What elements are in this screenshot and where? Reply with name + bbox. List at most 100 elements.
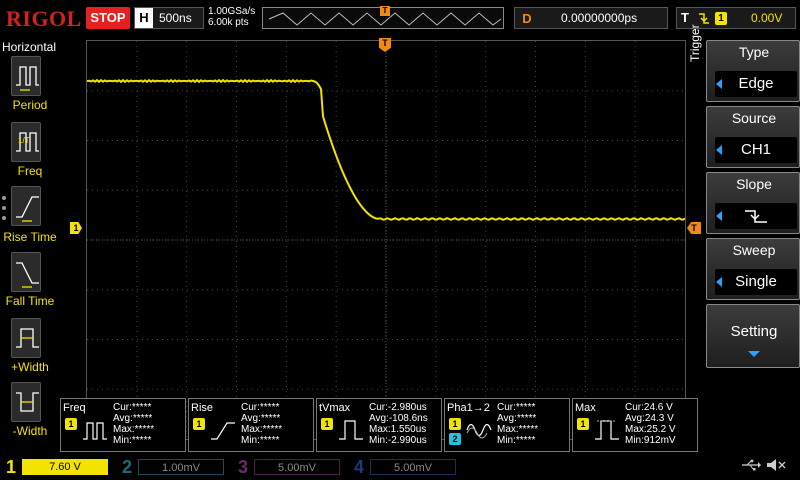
channel-2-tab[interactable]: 2 1.00mV — [116, 456, 232, 478]
measurement-name: Freq — [63, 402, 86, 414]
rise-time-button[interactable] — [11, 186, 41, 226]
ch1-offset-marker[interactable]: 1 — [70, 222, 82, 234]
freq-label: Freq — [17, 164, 43, 178]
measurement-row: Min:***** — [241, 435, 280, 446]
measurement-row: Max:***** — [113, 424, 155, 435]
run-stop-status[interactable]: STOP — [86, 7, 130, 29]
negative-width-label: -Width — [12, 424, 48, 438]
measurement-phase[interactable]: Pha1→2 1 2 Cur:***** Avg:***** Max:*****… — [444, 398, 570, 452]
measurement-source-badge: 1 — [449, 418, 461, 430]
channel-1-tab[interactable]: 1 7.60 V — [0, 456, 116, 478]
channel-number: 3 — [238, 457, 249, 477]
measurement-row: Max:***** — [497, 424, 539, 435]
measurement-row: Avg:24.3 V — [625, 413, 674, 424]
speaker-mute-icon[interactable] — [766, 458, 788, 475]
channel-scale: 5.00mV — [370, 459, 456, 475]
negative-width-icon — [16, 392, 39, 412]
delay-label: D — [522, 11, 532, 26]
measurement-name: tVmax — [319, 402, 351, 414]
positive-width-label: +Width — [11, 360, 49, 374]
trigger-menu: Type Edge Source CH1 Slope Sweep Single … — [704, 38, 800, 452]
channel-number: 2 — [122, 457, 133, 477]
period-button[interactable] — [11, 56, 41, 96]
channel-scale: 1.00mV — [138, 459, 224, 475]
trigger-sweep-softkey[interactable]: Sweep Single — [706, 238, 800, 300]
trigger-level-value: 0.00V — [751, 11, 783, 25]
trigger-source-value: CH1 — [715, 137, 797, 163]
measurement-max[interactable]: Max 1 Cur:24.6 V Avg:24.3 V Max:25.2 V M… — [572, 398, 698, 452]
usb-icon — [741, 458, 761, 475]
measurement-row: Cur:***** — [497, 402, 536, 413]
trigger-type-label: Type — [738, 44, 770, 60]
measurement-name: Pha1→2 — [447, 402, 490, 414]
acquisition-info: 1.00GSa/s 6.00k pts — [208, 6, 255, 28]
trigger-menu-title: Trigger — [688, 24, 702, 62]
chevron-down-icon — [748, 351, 760, 357]
falling-edge-icon — [745, 210, 767, 223]
timebase-box[interactable]: H 500ns — [134, 7, 204, 29]
trigger-setting-softkey[interactable]: Setting — [706, 304, 800, 368]
trigger-setting-label: Setting — [730, 323, 778, 340]
freq-icon — [83, 422, 107, 440]
measurement-row: Avg:***** — [497, 413, 537, 424]
rise-time-icon — [16, 196, 39, 222]
trigger-source-softkey[interactable]: Source CH1 — [706, 106, 800, 168]
trigger-label: T — [681, 10, 689, 25]
trigger-level-marker[interactable]: T — [687, 222, 701, 234]
positive-width-button[interactable] — [11, 318, 41, 358]
left-arrow-icon — [716, 277, 722, 287]
menu-page-dots — [2, 196, 6, 226]
measurement-row: Max:1.550us — [369, 424, 427, 435]
delay-value: 0.00000000ps — [561, 11, 638, 25]
waveform-display[interactable] — [86, 40, 686, 440]
delay-box[interactable]: D 0.00000000ps — [514, 7, 668, 29]
channel-scale: 7.60 V — [22, 459, 108, 475]
graticule — [87, 41, 685, 439]
channel-number: 4 — [354, 457, 365, 477]
trigger-source-badge: 1 — [715, 12, 727, 25]
channel-4-tab[interactable]: 4 5.00mV — [348, 456, 464, 478]
channel-number: 1 — [6, 457, 17, 477]
measurement-row: Avg:***** — [241, 413, 281, 424]
measurement-source-badge: 1 — [577, 418, 589, 430]
measurement-row: Min:912mV — [625, 435, 676, 446]
memory-depth: 6.00k pts — [208, 17, 249, 28]
trigger-sweep-value: Single — [715, 269, 797, 295]
measurement-tvmax[interactable]: tVmax 1 Cur:-2.980us Avg:-108.6ns Max:1.… — [316, 398, 442, 452]
channel-scale: 5.00mV — [254, 459, 340, 475]
trigger-slope-softkey[interactable]: Slope — [706, 172, 800, 234]
measurement-row: Min:***** — [113, 435, 152, 446]
measurement-freq[interactable]: Freq 1 Cur:***** Avg:***** Max:***** Min… — [60, 398, 186, 452]
measurement-row: Max:25.2 V — [625, 424, 676, 435]
memory-trigger-marker: T — [380, 6, 390, 16]
measurement-source-badge: 1 — [193, 418, 205, 430]
measurement-name: Max — [575, 402, 596, 414]
svg-text:1/T: 1/T — [18, 136, 30, 145]
trigger-type-softkey[interactable]: Type Edge — [706, 40, 800, 102]
fall-time-label: Fall Time — [5, 294, 55, 308]
left-arrow-icon — [716, 211, 722, 221]
phase-icon — [466, 423, 492, 439]
timebase-value: 500ns — [159, 11, 192, 25]
measurement-source-badge: 1 — [321, 418, 333, 430]
channel-3-tab[interactable]: 3 5.00mV — [232, 456, 348, 478]
memory-overview: T — [262, 6, 504, 29]
measurement-source-badge: 1 — [65, 418, 77, 430]
fall-time-button[interactable] — [11, 252, 41, 292]
freq-button[interactable]: 1/T — [11, 122, 41, 162]
channel-status-bar: 1 7.60 V 2 1.00mV 3 5.00mV 4 5.00mV — [0, 454, 800, 480]
horizontal-label: H — [135, 8, 153, 28]
trigger-slope-label: Slope — [736, 176, 772, 192]
measurement-row: Cur:***** — [241, 402, 280, 413]
rigol-logo: RIGOL — [6, 6, 82, 31]
negative-width-button[interactable] — [11, 382, 41, 422]
trigger-source-label: Source — [731, 110, 777, 126]
measurement-source-badge-2: 2 — [449, 433, 461, 445]
measurement-row: Avg:-108.6ns — [369, 413, 428, 424]
fall-time-icon — [16, 262, 39, 288]
measurement-name: Rise — [191, 402, 214, 414]
rise-time-icon — [211, 422, 235, 440]
rise-time-label: Rise Time — [3, 230, 57, 244]
measurement-rise[interactable]: Rise 1 Cur:***** Avg:***** Max:***** Min… — [188, 398, 314, 452]
top-status-bar: RIGOL STOP H 500ns 1.00GSa/s 6.00k pts T… — [0, 0, 800, 38]
